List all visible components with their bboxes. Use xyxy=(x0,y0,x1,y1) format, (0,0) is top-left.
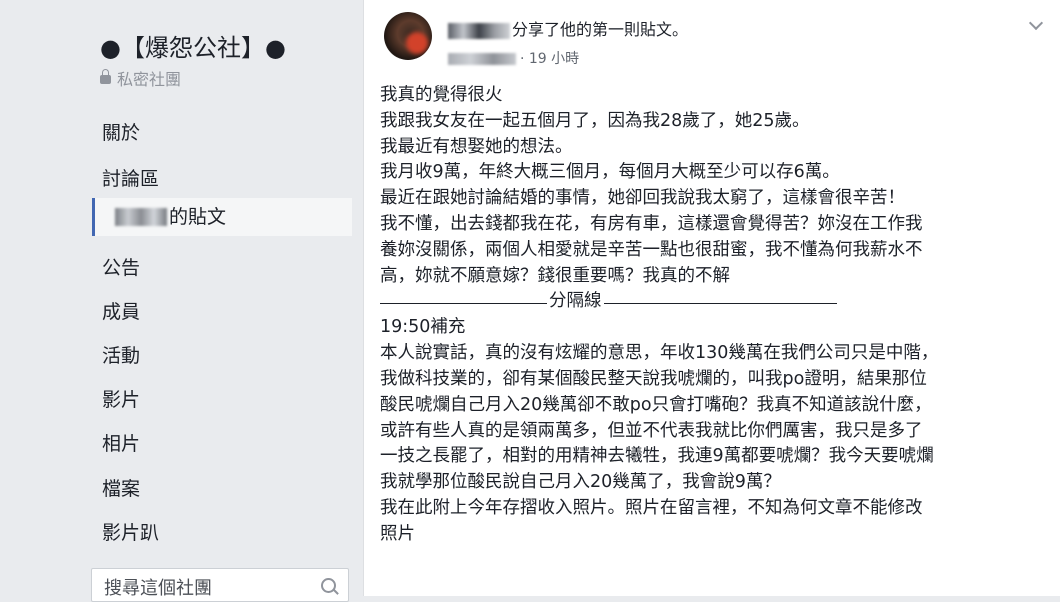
search-icon[interactable] xyxy=(321,578,336,593)
post-line: 高，妳就不願意嫁？錢很重要嗎？我真的不解 xyxy=(380,265,730,286)
post-line: 或許有些人真的是領兩萬多，但並不代表我就比你們厲害，我只是多了 xyxy=(380,420,923,441)
divider-label: 分隔線 xyxy=(547,289,604,316)
sidebar-item-members[interactable]: 成員 xyxy=(102,297,140,324)
sidebar-item-videos[interactable]: 影片 xyxy=(102,385,140,412)
sidebar-item-events[interactable]: 活動 xyxy=(102,341,140,368)
post-timestamp[interactable]: · 19 小時 xyxy=(520,51,579,67)
sidebar-item-announcements[interactable]: 公告 xyxy=(102,253,140,280)
author-action: 分享了他的第一則貼文。 xyxy=(512,20,689,39)
privacy-label: 私密社團 xyxy=(117,70,182,89)
sidebar-item-label: 的貼文 xyxy=(169,206,227,228)
post-line: 我跟我女友在一起五個月了，因為我28歲了，她25歲。 xyxy=(380,110,810,131)
group-search[interactable]: 搜尋這個社團 xyxy=(91,568,349,602)
post-line: 酸民唬爛自己月入20幾萬卻不敢po只會打嘴砲？我真不知道該說什麼， xyxy=(380,394,932,415)
post-line: 本人說實話，真的沒有炫耀的意思，年收130幾萬在我們公司只是中階， xyxy=(380,343,939,364)
post-line: 19:50補充 xyxy=(380,317,466,338)
text-divider: 分隔線 xyxy=(380,289,1050,316)
sidebar-item-photos[interactable]: 相片 xyxy=(102,429,140,456)
post-line: 我不懂，出去錢都我在花，有房有車，這樣還會覺得苦？妳沒在工作我 xyxy=(380,213,923,234)
post-header: 分享了他的第一則貼文。 xyxy=(448,16,688,40)
divider-rule xyxy=(380,303,837,305)
post-line: 養妳沒關係，兩個人相愛就是辛苦一點也很甜蜜，我不懂為何我薪水不 xyxy=(380,239,923,260)
post-body: 我真的覺得很火 我跟我女友在一起五個月了，因為我28歲了，她25歲。 我最近有想… xyxy=(380,83,1050,548)
group-privacy: 私密社團 xyxy=(100,66,181,90)
redacted-author-name[interactable] xyxy=(448,22,510,39)
post-line: 最近在跟她討論結婚的事情，她卻回我說我太窮了，這樣會很辛苦！ xyxy=(380,188,905,209)
group-sidebar: ●【爆怨公社】● 私密社團 關於 討論區 的貼文 公告 成員 活動 影片 相片 … xyxy=(0,0,363,602)
post-meta: · 19 小時 xyxy=(448,48,579,68)
sidebar-item-watch-party[interactable]: 影片趴 xyxy=(102,518,159,545)
post-line: 我真的覺得很火 xyxy=(380,85,503,105)
post-card: 分享了他的第一則貼文。 · 19 小時 我真的覺得很火 我跟我女友在一起五個月了… xyxy=(363,0,1060,596)
sidebar-item-member-posts[interactable]: 的貼文 xyxy=(92,198,352,236)
chevron-down-icon[interactable] xyxy=(1028,15,1044,31)
search-input[interactable]: 搜尋這個社團 xyxy=(104,574,212,600)
redacted-name xyxy=(115,208,167,226)
post-line: 一技之長罷了，相對的用精神去犧牲，我連9萬都要唬爛？我今天要唬爛 xyxy=(380,446,934,467)
redacted-meta xyxy=(448,53,516,65)
sidebar-item-discussion[interactable]: 討論區 xyxy=(102,164,159,191)
sidebar-item-files[interactable]: 檔案 xyxy=(102,474,140,501)
post-line: 我做科技業的，卻有某個酸民整天說我唬爛的，叫我po證明，結果那位 xyxy=(380,368,927,389)
sidebar-item-about[interactable]: 關於 xyxy=(102,118,140,145)
post-line: 我月收9萬，年終大概三個月，每個月大概至少可以存6萬。 xyxy=(380,162,840,183)
post-line: 我最近有想娶她的想法。 xyxy=(380,136,573,157)
lock-icon xyxy=(100,69,111,84)
post-line: 我在此附上今年存摺收入照片。照片在留言裡，不知為何文章不能修改 xyxy=(380,497,923,518)
group-name[interactable]: ●【爆怨公社】● xyxy=(100,28,286,63)
avatar[interactable] xyxy=(384,12,432,60)
post-line: 照片 xyxy=(380,523,415,544)
post-line: 我就學那位酸民說自己月入20幾萬了，我會說9萬？ xyxy=(380,472,781,493)
